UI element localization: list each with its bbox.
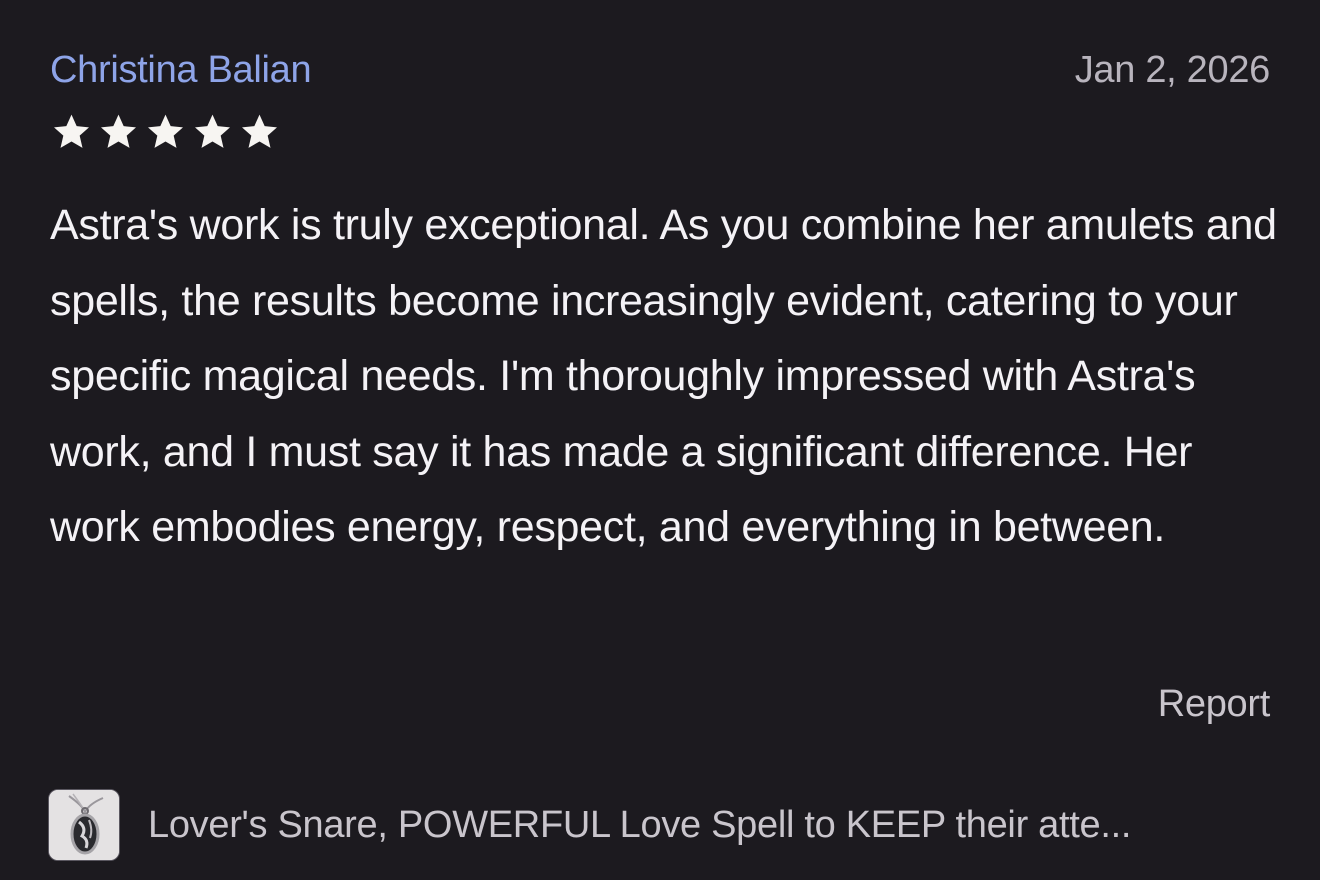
review-card: Christina Balian Jan 2, 2026 Astra's wor…	[0, 0, 1320, 880]
reviewed-product-link[interactable]: Lover's Snare, POWERFUL Love Spell to KE…	[48, 787, 1272, 863]
review-date: Jan 2, 2026	[1074, 49, 1271, 91]
star-rating	[50, 112, 281, 152]
star-icon	[54, 114, 89, 148]
reviewer-name-link[interactable]: Christina Balian	[50, 46, 312, 94]
star-icon	[101, 114, 136, 148]
product-thumbnail[interactable]	[48, 789, 120, 861]
review-body-text: Astra's work is truly exceptional. As yo…	[50, 201, 1277, 551]
product-title[interactable]: Lover's Snare, POWERFUL Love Spell to KE…	[148, 801, 1131, 849]
star-icon	[242, 114, 277, 148]
amulet-pendant-icon	[49, 790, 119, 860]
star-icon	[148, 114, 183, 148]
star-icon	[195, 114, 230, 148]
report-button[interactable]: Report	[1158, 680, 1271, 728]
